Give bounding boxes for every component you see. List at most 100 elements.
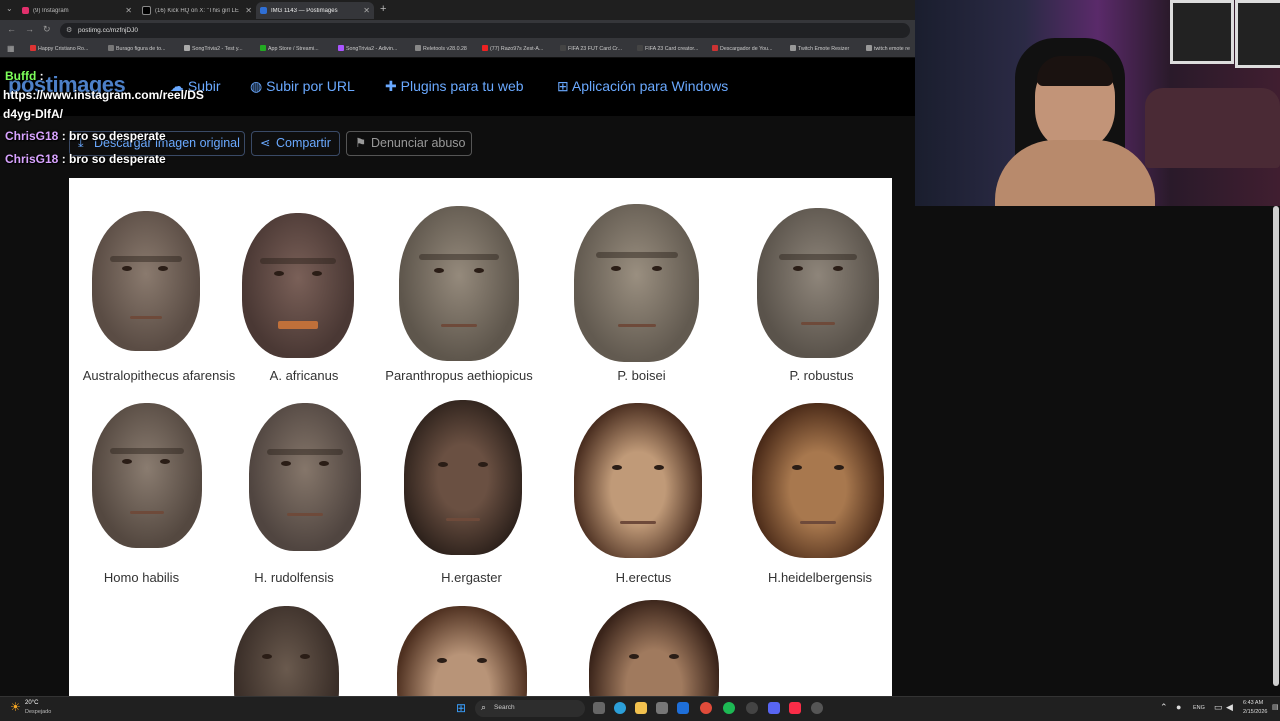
site-info-icon[interactable]: ⚙ [66,23,72,38]
chat-message: ChrisG18 : bro so desperate [5,152,166,166]
bookmark[interactable]: FIFA 23 Card creator... [637,45,698,52]
app-icon[interactable] [746,702,758,714]
nav-upload-url[interactable]: ◍ Subir por URL [250,78,355,95]
weather-temp: 20°C [25,700,39,706]
species-label: Homo habilis [103,570,180,585]
chat-text: bro so desperate [69,129,166,143]
weather-icon[interactable]: ☀ [10,700,21,714]
species-label: H.ergaster [441,570,502,585]
sofa [1145,88,1280,168]
microphone-icon[interactable]: ● [1176,702,1181,712]
bookmark[interactable]: Twitch Emote Resizer [790,45,849,52]
streamer-hair [1037,56,1113,86]
face-illustration [399,206,519,361]
taskbar-search[interactable]: ⌕ Search [475,700,585,717]
species-label: Paranthropus aethiopicus [385,368,533,383]
tab-postimages[interactable]: IMG 1143 — Postimages ✕ [256,2,374,19]
search-label: Search [494,704,515,711]
bookmark-favicon-icon [866,45,872,51]
bookmark-favicon-icon [415,45,421,51]
bookmark-label: Descargador de You... [720,46,773,52]
url-input[interactable]: ⚙ postimg.cc/mzfnjDJ0 [60,23,910,38]
nav-windows-app[interactable]: ⊞ Aplicación para Windows [557,78,728,95]
bookmark[interactable]: FIFA 23 FUT Card Cr... [560,45,622,52]
close-icon[interactable]: ✕ [363,6,370,15]
search-icon: ⌕ [481,702,487,712]
close-icon[interactable]: ✕ [125,6,132,15]
windows-taskbar: ☀ 20°C Despejado ⊞ ⌕ Search ⌃ ● ENG ▭ ◀ … [0,696,1280,721]
share-icon: ⋖ [260,136,271,150]
chat-username: ChrisG18 [5,152,59,166]
notification-icon[interactable]: ▤ [1272,703,1279,711]
postimages-icon [260,7,267,14]
bookmark[interactable]: Reletools v28.0.28 [415,45,467,52]
close-icon[interactable]: ✕ [245,6,252,15]
spotify-icon[interactable] [723,702,735,714]
tab-x-kick[interactable]: (16) Kick HQ on X: "This girl LE ✕ [138,2,256,19]
bookmark[interactable]: SongTrivia2 - Adivin... [338,45,397,52]
music-icon[interactable] [789,702,801,714]
volume-icon[interactable]: ◀ [1226,702,1233,713]
bookmark-label: FIFA 23 FUT Card Cr... [568,46,623,52]
bookmark[interactable]: App Store / Streami... [260,45,319,52]
chat-separator: : [36,69,44,83]
app-icon[interactable] [811,702,823,714]
face-illustration [589,600,719,696]
forward-icon[interactable]: → [25,24,34,34]
button-label: Denunciar abuso [371,136,466,150]
task-view-icon[interactable] [593,702,605,714]
discord-icon[interactable] [768,702,780,714]
bookmark-label: Twitch Emote Resizer [798,46,850,52]
tab-instagram[interactable]: (9) Instagram ✕ [18,2,136,19]
language-indicator[interactable]: ENG [1193,705,1205,711]
bookmark-favicon-icon [712,45,718,51]
chevron-up-icon[interactable]: ⌃ [1160,702,1168,713]
bookmark[interactable]: twitch emote re [866,45,910,52]
report-abuse-button[interactable]: ⚑ Denunciar abuso [346,131,472,156]
x-icon [142,6,151,15]
reload-icon[interactable]: ↻ [43,24,51,35]
network-icon[interactable]: ▭ [1214,702,1223,713]
bookmark-label: Happy Cristiano Ro... [38,46,89,52]
wall-frame [1235,0,1280,68]
edge-icon[interactable] [614,702,626,714]
apps-icon[interactable]: ▦ [7,44,15,53]
back-icon[interactable]: ← [7,24,16,34]
globe-icon: ◍ [250,78,263,94]
browser-tab-strip: ⌄ (9) Instagram ✕ (16) Kick HQ on X: "Th… [0,0,915,20]
chat-message-text: d4yg-DlfA/ [3,107,63,121]
address-bar-row: ← → ↻ ⚙ postimg.cc/mzfnjDJ0 [0,20,915,42]
chat-text: bro so desperate [69,152,166,166]
bookmark[interactable]: Burago figura de to... [108,45,165,52]
bookmark-label: SongTrivia2 - Test y... [192,46,243,52]
species-label: P. robustus [789,368,854,383]
bookmark-label: Reletools v28.0.28 [423,46,467,52]
puzzle-icon: ✚ [385,78,397,94]
share-button[interactable]: ⋖ Compartir [251,131,340,156]
chrome-icon[interactable] [700,702,712,714]
bookmark[interactable]: (77) Razo97s Zest-A... [482,45,543,52]
bookmark-label: FIFA 23 Card creator... [645,46,699,52]
bookmark[interactable]: Descargador de You... [712,45,772,52]
chat-text: https://www.instagram.com/reel/DS [3,88,204,102]
scrollbar-thumb[interactable] [1273,206,1279,686]
clock-time[interactable]: 6:43 AM [1243,700,1263,706]
page-scrollbar[interactable] [1273,206,1279,696]
mail-icon[interactable] [677,702,689,714]
bookmark[interactable]: SongTrivia2 - Test y... [184,45,243,52]
chat-username: Buffd [5,69,37,83]
windows-start-icon[interactable]: ⊞ [456,701,466,715]
store-icon[interactable] [656,702,668,714]
new-tab-button[interactable]: + [380,3,386,15]
bookmark-label: App Store / Streami... [268,46,319,52]
nav-plugins[interactable]: ✚ Plugins para tu web [385,78,524,95]
tab-label: IMG 1143 — Postimages [271,7,338,14]
tab-menu-icon[interactable]: ⌄ [6,4,13,13]
face-illustration [249,403,361,551]
chat-separator: : [58,152,70,166]
bookmark[interactable]: Happy Cristiano Ro... [30,45,88,52]
species-label: P. boisei [617,368,666,383]
chat-text: d4yg-DlfA/ [3,107,63,121]
file-explorer-icon[interactable] [635,702,647,714]
clock-date[interactable]: 2/15/2026 [1243,709,1267,715]
